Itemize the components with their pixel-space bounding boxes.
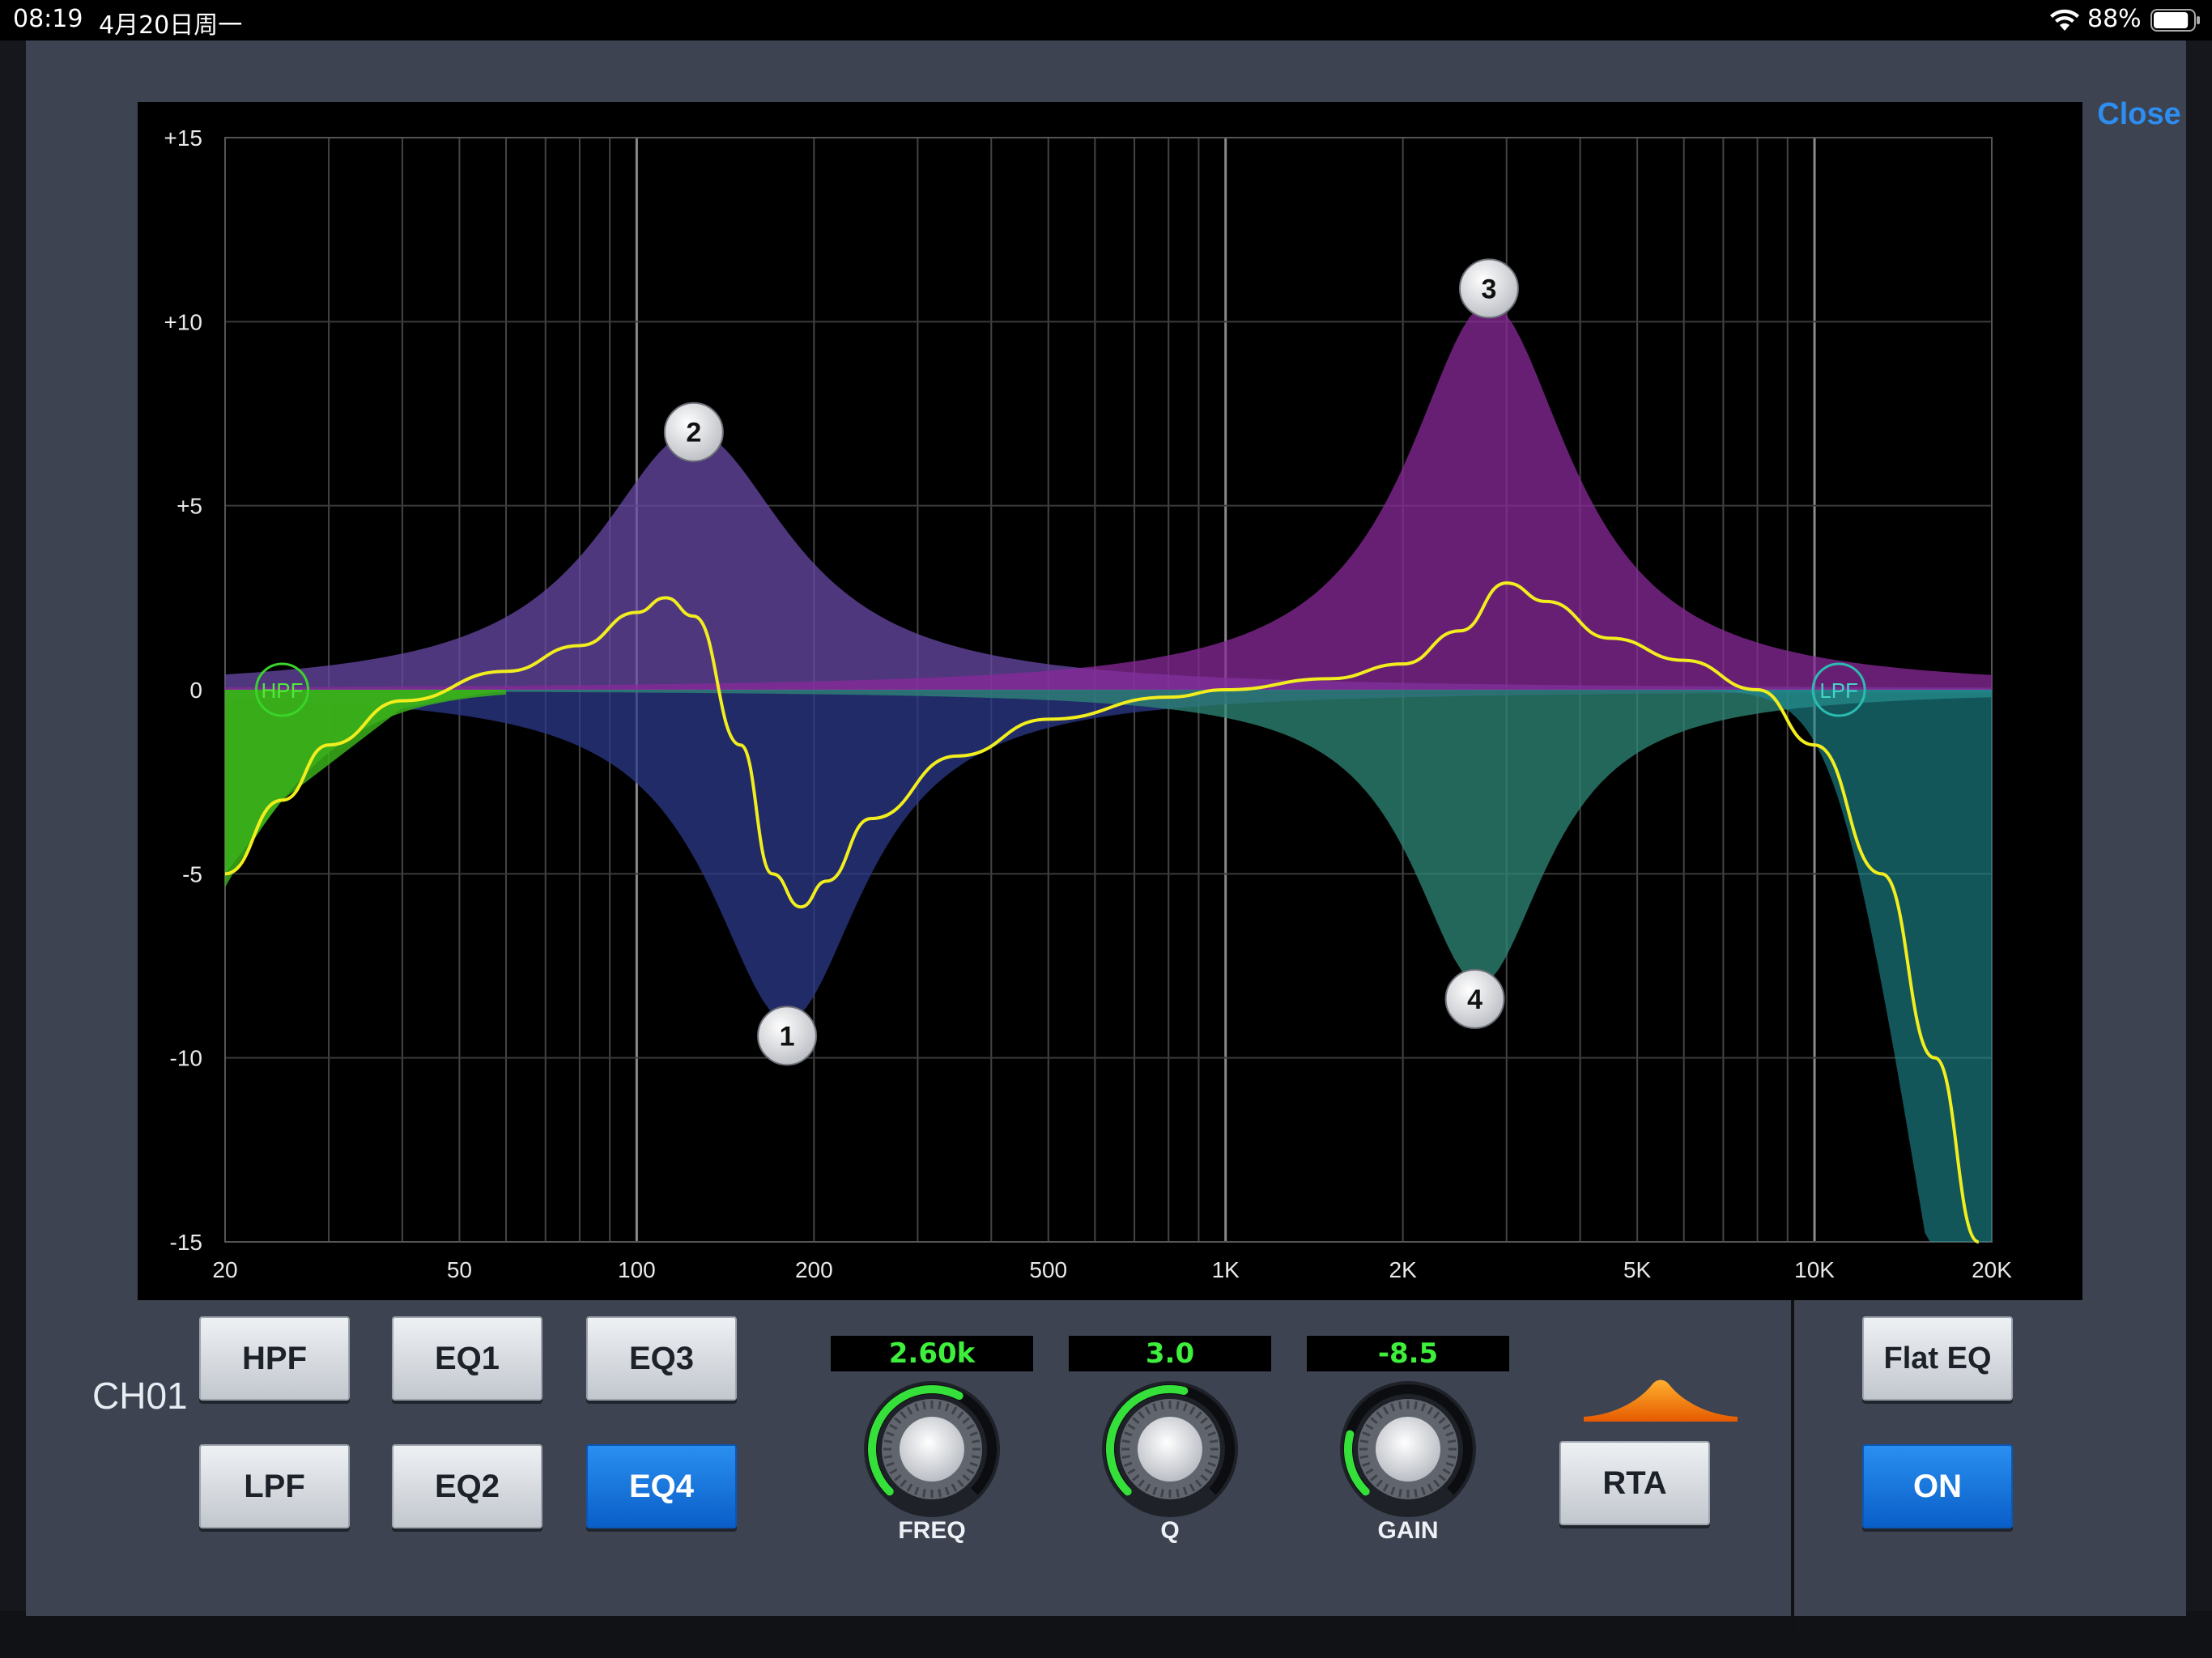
gain-label: GAIN [1377,1517,1439,1544]
eq-graph[interactable]: +15 +10 +5 0 -5 -10 -15 20 50 100 200 500 1K 2K 5K 10K 2… [138,102,2082,1300]
x-tick-label: 10K [1794,1257,1835,1282]
wifi-icon [2050,9,2079,31]
q-readout: 3.0 [1069,1336,1271,1371]
x-tick-label: 500 [1029,1257,1067,1282]
y-tick-label: +5 [177,494,202,519]
band-1-area [225,690,1992,1021]
lpf-area [1580,690,1992,1242]
hpf-button[interactable]: HPF [199,1316,350,1401]
knob-grip [971,1455,981,1459]
eq-graph-canvas[interactable]: +15 +10 +5 0 -5 -10 -15 20 50 100 200 500 1K 2K 5K 10K 2… [138,102,2082,1300]
knob-grip [1359,1455,1369,1459]
gain-readout: -8.5 [1307,1336,1509,1371]
lpf-marker-label: LPF [1819,678,1858,703]
band-marker-2[interactable]: 2 [663,402,724,462]
knob-grip [922,1401,926,1410]
battery-percent: 88% [2087,5,2142,33]
x-tick-label: 5K [1623,1257,1652,1282]
eq1-button[interactable]: EQ1 [392,1316,542,1401]
band-marker-label: 1 [780,1021,795,1052]
knob-grip [1160,1488,1164,1498]
band-marker-label: 4 [1467,984,1482,1015]
x-tick-label: 20K [1972,1257,2012,1282]
knob-grip [1447,1439,1457,1443]
rta-button[interactable]: RTA [1559,1441,1710,1525]
knob-cap [1376,1417,1440,1482]
freq-readout: 2.60k [831,1336,1033,1371]
knob-grip [1121,1439,1131,1443]
y-tick-label: -5 [182,861,202,886]
status-bar: 08:19 4月20日周一 88% [0,0,2212,40]
knob-grip [1209,1455,1219,1459]
eq3-button[interactable]: EQ3 [586,1316,737,1401]
y-tick-label: -15 [170,1230,202,1255]
y-tick-label: +15 [164,125,203,151]
knob-grip [1398,1401,1402,1410]
x-tick-label: 50 [447,1257,472,1282]
knob-grip [1414,1401,1418,1410]
knob-grip [922,1488,926,1498]
q-knob[interactable] [1099,1378,1241,1520]
eq4-button[interactable]: EQ4 [586,1444,737,1528]
eq2-button[interactable]: EQ2 [392,1444,542,1528]
hpf-area-edge [225,690,507,874]
knob-grip [938,1401,942,1410]
lpf-button[interactable]: LPF [199,1444,350,1528]
q-label: Q [1160,1517,1180,1544]
x-tick-label: 200 [795,1257,833,1282]
knob-cap [900,1417,964,1482]
status-date: 4月20日周一 [99,11,243,40]
knob-grip [971,1439,981,1443]
knob-grip [1176,1401,1180,1410]
status-time: 08:19 [13,5,83,33]
band-4-area [225,690,1992,984]
knob-grip [1447,1455,1457,1459]
x-tick-label: 2K [1389,1257,1418,1282]
band-marker-1[interactable]: 1 [757,1005,818,1066]
freq-knob[interactable] [861,1378,1003,1520]
y-tick-label: 0 [189,678,202,703]
hpf-marker-label: HPF [261,678,303,703]
knob-grip [883,1455,893,1459]
freq-label: FREQ [898,1517,966,1544]
channel-label: CH01 [92,1375,188,1417]
knob-grip [1398,1488,1402,1498]
y-tick-label: +10 [164,309,203,334]
knob-grip [1414,1488,1418,1498]
x-tick-label: 20 [212,1257,237,1282]
flat-eq-button[interactable]: Flat EQ [1862,1316,2013,1401]
background-app-footer [0,1611,2212,1658]
battery-icon [2150,9,2200,32]
panel-divider [1791,1300,1794,1635]
knob-grip [1121,1455,1131,1459]
peaking-filter-icon[interactable] [1582,1368,1739,1423]
knob-grip [938,1488,942,1498]
knob-grip [883,1439,893,1443]
x-tick-label: 1K [1212,1257,1240,1282]
knob-grip [1176,1488,1180,1498]
gain-knob[interactable] [1337,1378,1479,1520]
close-button[interactable]: Close [2082,92,2196,136]
y-tick-label: -10 [170,1046,202,1071]
band-marker-3[interactable]: 3 [1458,258,1519,319]
band-marker-label: 2 [686,418,701,449]
knob-grip [1359,1439,1369,1443]
knob-grip [1160,1401,1164,1410]
band-marker-4[interactable]: 4 [1444,968,1505,1029]
eq-on-button[interactable]: ON [1862,1444,2013,1528]
band-marker-label: 3 [1481,274,1496,304]
eq-dialog: Close +15 +10 +5 0 -5 -10 -15 20 50 100 200 500 1K 2K… [26,40,2186,1635]
knob-grip [1209,1439,1219,1443]
x-tick-label: 100 [618,1257,656,1282]
knob-cap [1138,1417,1202,1482]
